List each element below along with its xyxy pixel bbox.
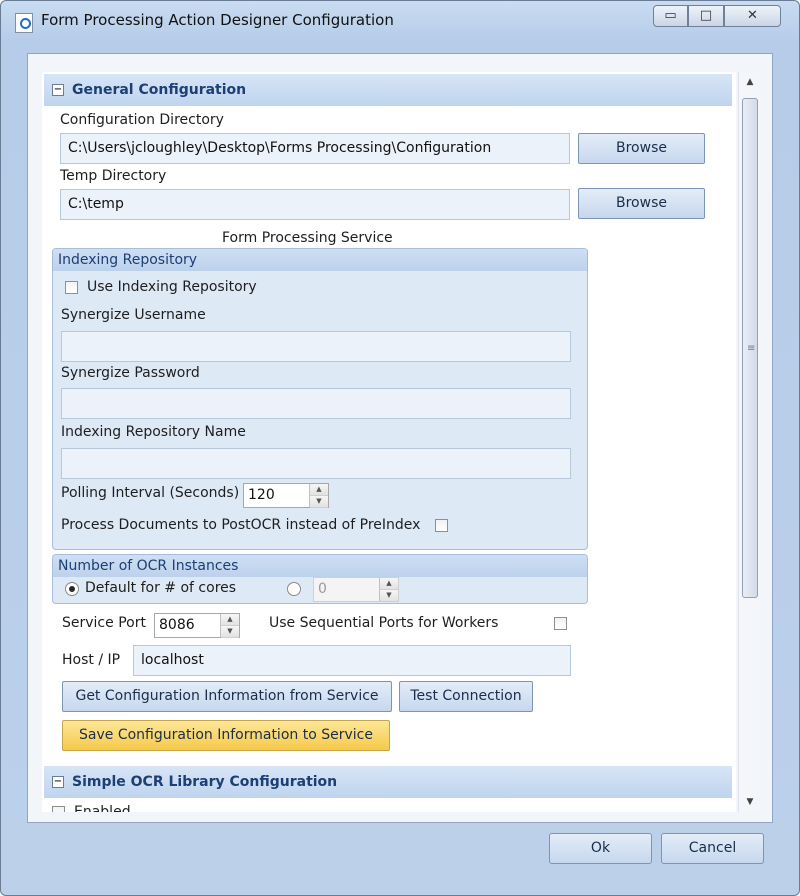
enabled-label: Enabled — [74, 804, 131, 812]
app-icon — [15, 13, 33, 33]
grip-icon: ≡ — [747, 343, 756, 354]
ocr-instances-group: Number of OCR Instances Default for # of… — [52, 554, 588, 604]
indexing-repository-group: Indexing Repository Use Indexing Reposit… — [52, 248, 588, 550]
spin-up-icon[interactable]: ▲ — [221, 614, 239, 626]
client-area: − General Configuration Configuration Di… — [27, 53, 773, 823]
polling-interval-label: Polling Interval (Seconds) — [61, 485, 240, 501]
vertical-scrollbar[interactable]: ▲ ≡ ▼ — [738, 72, 761, 812]
minimize-icon: ▭ — [664, 8, 677, 23]
host-ip-field[interactable]: localhost — [133, 645, 571, 676]
dialog-window: Form Processing Action Designer Configur… — [0, 0, 800, 896]
close-button[interactable]: ✕ — [724, 5, 781, 27]
postocr-label: Process Documents to PostOCR instead of … — [61, 517, 421, 533]
polling-interval-value: 120 — [248, 487, 275, 503]
settings-scroll-area[interactable]: − General Configuration Configuration Di… — [42, 72, 736, 812]
minimize-button[interactable]: ▭ — [653, 5, 688, 27]
custom-instances-value: 0 — [318, 581, 327, 597]
service-port-stepper[interactable]: 8086 ▲ ▼ — [154, 613, 240, 638]
cancel-button[interactable]: Cancel — [661, 833, 764, 864]
sequential-ports-label: Use Sequential Ports for Workers — [269, 615, 499, 631]
browse-config-button[interactable]: Browse — [578, 133, 705, 164]
simple-ocr-title: Simple OCR Library Configuration — [72, 774, 338, 790]
synergize-username-label: Synergize Username — [61, 307, 206, 323]
postocr-checkbox[interactable] — [435, 519, 448, 532]
scroll-up-icon[interactable]: ▲ — [739, 72, 761, 92]
scroll-down-icon[interactable]: ▼ — [739, 792, 761, 812]
spin-down-icon[interactable]: ▼ — [380, 590, 398, 602]
synergize-password-label: Synergize Password — [61, 365, 200, 381]
default-cores-radio[interactable] — [65, 582, 79, 596]
get-configuration-button[interactable]: Get Configuration Information from Servi… — [62, 681, 392, 712]
spin-up-icon[interactable]: ▲ — [380, 578, 398, 590]
simple-ocr-header[interactable]: − Simple OCR Library Configuration — [44, 766, 732, 798]
general-configuration-title: General Configuration — [72, 82, 247, 98]
scrollbar-thumb[interactable]: ≡ — [742, 98, 758, 598]
custom-instances-stepper[interactable]: 0 ▲ ▼ — [313, 577, 399, 602]
save-configuration-button[interactable]: Save Configuration Information to Servic… — [62, 720, 390, 751]
spin-down-icon[interactable]: ▼ — [221, 626, 239, 638]
service-port-value: 8086 — [159, 617, 195, 633]
use-indexing-repository-checkbox[interactable] — [65, 281, 78, 294]
configuration-directory-field[interactable]: C:\Users\jcloughley\Desktop\Forms Proces… — [60, 133, 570, 164]
indexing-repository-name-field[interactable] — [61, 448, 571, 479]
spin-up-icon[interactable]: ▲ — [310, 484, 328, 496]
ok-button[interactable]: Ok — [549, 833, 652, 864]
test-connection-button[interactable]: Test Connection — [399, 681, 533, 712]
polling-interval-stepper[interactable]: 120 ▲ ▼ — [243, 483, 329, 508]
form-processing-service-heading: Form Processing Service — [222, 230, 393, 246]
polling-interval-arrows[interactable]: ▲ ▼ — [309, 484, 328, 508]
custom-instances-radio[interactable] — [287, 582, 301, 596]
close-icon: ✕ — [747, 8, 758, 23]
indexing-repository-title: Indexing Repository — [53, 249, 587, 271]
ocr-instances-title: Number of OCR Instances — [53, 555, 587, 577]
maximize-icon: □ — [699, 8, 713, 23]
synergize-password-field[interactable] — [61, 388, 571, 419]
spin-down-icon[interactable]: ▼ — [310, 496, 328, 508]
configuration-directory-label: Configuration Directory — [60, 112, 224, 128]
service-port-label: Service Port — [62, 615, 146, 631]
synergize-username-field[interactable] — [61, 331, 571, 362]
general-configuration-header[interactable]: − General Configuration — [44, 74, 732, 106]
indexing-repository-name-label: Indexing Repository Name — [61, 424, 246, 440]
collapse-toggle-icon[interactable]: − — [52, 776, 64, 788]
browse-temp-button[interactable]: Browse — [578, 188, 705, 219]
use-indexing-repository-label: Use Indexing Repository — [87, 279, 257, 295]
enabled-checkbox[interactable] — [52, 806, 65, 812]
collapse-toggle-icon[interactable]: − — [52, 84, 64, 96]
temp-directory-field[interactable]: C:\temp — [60, 189, 570, 220]
custom-instances-arrows[interactable]: ▲ ▼ — [379, 578, 398, 602]
sequential-ports-checkbox[interactable] — [554, 617, 567, 630]
default-cores-label: Default for # of cores — [85, 580, 237, 596]
service-port-arrows[interactable]: ▲ ▼ — [220, 614, 239, 638]
host-ip-label: Host / IP — [62, 652, 121, 668]
temp-directory-label: Temp Directory — [60, 168, 167, 184]
title-bar: Form Processing Action Designer Configur… — [1, 1, 799, 41]
window-title: Form Processing Action Designer Configur… — [41, 11, 394, 29]
maximize-button[interactable]: □ — [688, 5, 724, 27]
